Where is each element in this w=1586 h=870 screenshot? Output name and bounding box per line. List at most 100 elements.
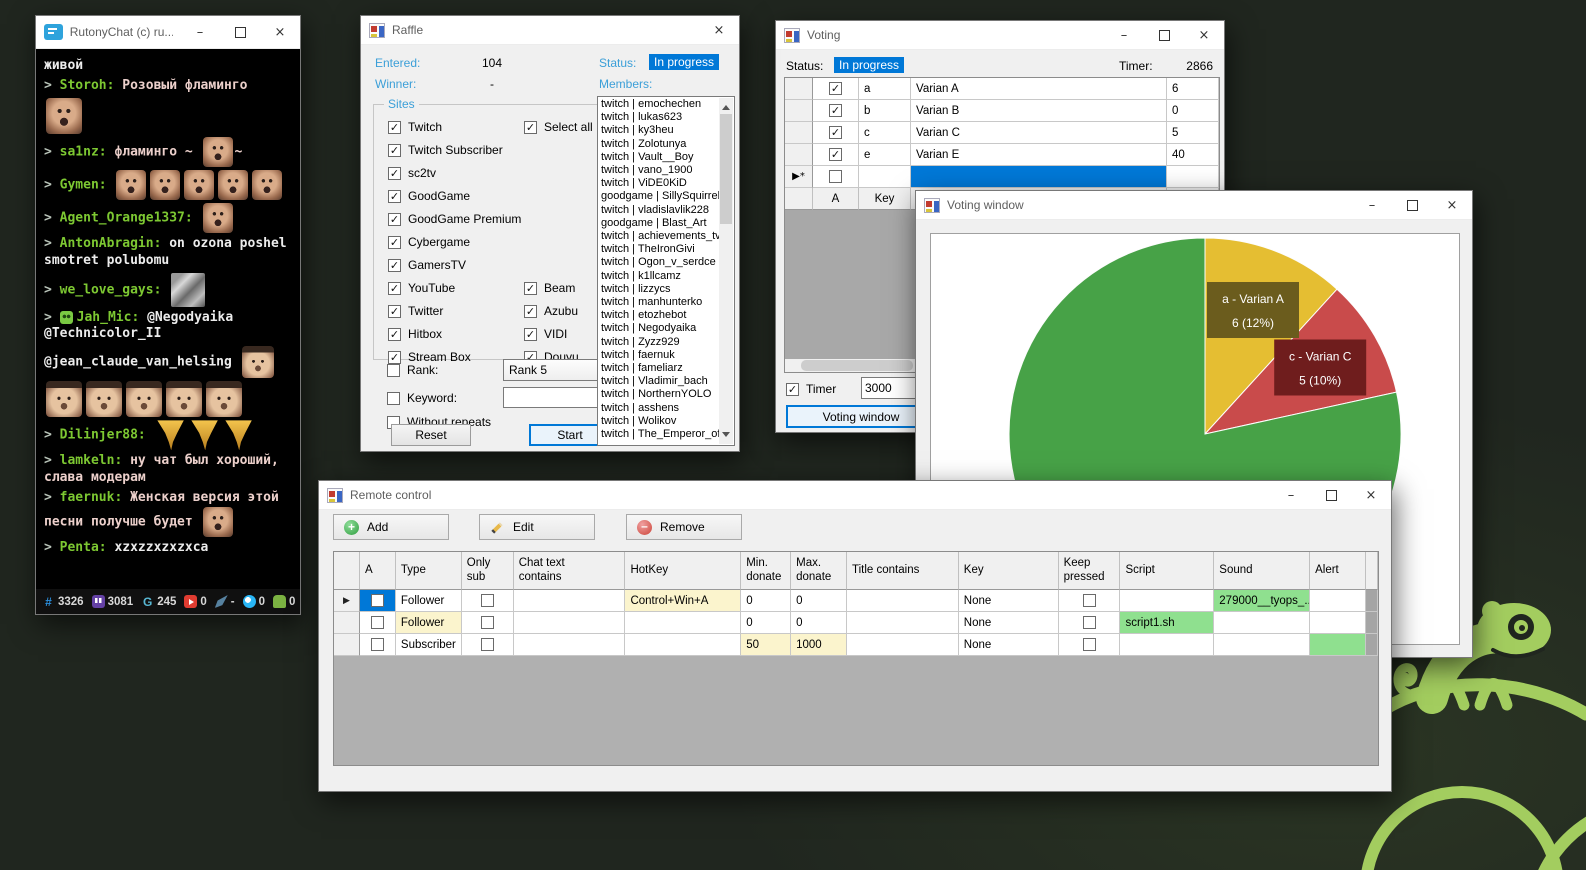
- remote-cell[interactable]: [847, 612, 959, 634]
- member-list-item[interactable]: twitch | emochechen: [601, 98, 732, 111]
- minimize-button[interactable]: –: [1352, 191, 1392, 219]
- voting-column-header[interactable]: [785, 188, 813, 210]
- twitter-checkbox[interactable]: ✓: [388, 305, 401, 318]
- voting-cell-active[interactable]: ✓: [813, 122, 859, 144]
- member-list-item[interactable]: goodgame | Blast_Art: [601, 217, 732, 230]
- voting-cell-key[interactable]: e: [859, 144, 911, 166]
- close-button[interactable]: ×: [260, 16, 300, 48]
- voting-cell-variant[interactable]: Varian B: [911, 100, 1167, 122]
- cell-checkbox[interactable]: [481, 594, 494, 607]
- maximize-button[interactable]: [1311, 481, 1351, 509]
- voting-cell-variant[interactable]: Varian E: [911, 144, 1167, 166]
- remote-cell[interactable]: 0: [791, 590, 847, 612]
- remote-cell[interactable]: 1000: [791, 634, 847, 656]
- remote-cell[interactable]: None: [959, 590, 1059, 612]
- remote-cell[interactable]: Follower: [396, 612, 462, 634]
- voting-cell-active[interactable]: ✓: [813, 144, 859, 166]
- remote-column-header[interactable]: Sound: [1214, 552, 1310, 590]
- remote-column-header[interactable]: Keep pressed: [1059, 552, 1121, 590]
- remote-cell[interactable]: [1059, 612, 1121, 634]
- remote-cell[interactable]: [1310, 634, 1366, 656]
- member-list-item[interactable]: twitch | vladislavlik228: [601, 204, 732, 217]
- remote-cell[interactable]: 50: [741, 634, 791, 656]
- remote-grid-row[interactable]: ▶FollowerControl+Win+A00None279000__tyop…: [334, 590, 1378, 612]
- row-active-checkbox[interactable]: ✓: [829, 148, 842, 161]
- grid-scroll-strip[interactable]: [1366, 612, 1378, 634]
- timer-spinner-input[interactable]: [862, 378, 922, 398]
- remote-column-header[interactable]: Key: [959, 552, 1059, 590]
- remote-cell[interactable]: 279000__tyops_...: [1214, 590, 1310, 612]
- member-list-item[interactable]: twitch | Vault__Boy: [601, 151, 732, 164]
- voting-cell-result[interactable]: 40: [1167, 144, 1219, 166]
- cell-checkbox[interactable]: [371, 616, 384, 629]
- voting-titlebar[interactable]: Voting – ×: [776, 21, 1224, 50]
- beam-checkbox[interactable]: ✓: [524, 282, 537, 295]
- voting-cell-variant[interactable]: Varian A: [911, 78, 1167, 100]
- member-list-item[interactable]: twitch | achievements_tv: [601, 230, 732, 243]
- voting-grid-row[interactable]: ✓cVarian C5: [785, 122, 1219, 144]
- remote-cell[interactable]: 0: [741, 612, 791, 634]
- member-list-item[interactable]: twitch | faernuk: [601, 349, 732, 362]
- row-active-checkbox[interactable]: ✓: [829, 82, 842, 95]
- member-list-item[interactable]: twitch | TheIronGivi: [601, 243, 732, 256]
- cell-checkbox[interactable]: [1083, 616, 1096, 629]
- cell-checkbox[interactable]: [371, 638, 384, 651]
- remote-column-header[interactable]: HotKey: [625, 552, 741, 590]
- voting-cell-result[interactable]: 0: [1167, 100, 1219, 122]
- scrollbar-thumb[interactable]: [720, 114, 732, 224]
- remote-cell[interactable]: [360, 634, 396, 656]
- member-list-item[interactable]: twitch | ky3heu: [601, 124, 732, 137]
- member-list-item[interactable]: twitch | Vladimir_bach: [601, 375, 732, 388]
- cybergame-checkbox[interactable]: ✓: [388, 236, 401, 249]
- close-button[interactable]: ×: [699, 16, 739, 44]
- remote-cell[interactable]: [847, 634, 959, 656]
- voting-grid-row[interactable]: ✓ eVarian E40: [785, 144, 1219, 166]
- remote-cell[interactable]: [1059, 634, 1121, 656]
- chat-titlebar[interactable]: RutonyChat (c) ru... – ×: [36, 16, 300, 49]
- remote-cell[interactable]: [1310, 590, 1366, 612]
- member-list-item[interactable]: twitch | k1llcamz: [601, 270, 732, 283]
- remote-grid-row[interactable]: Subscriber501000None: [334, 634, 1378, 656]
- remote-cell[interactable]: [462, 590, 514, 612]
- scroll-down-icon[interactable]: [719, 429, 733, 444]
- grid-scroll-strip[interactable]: [1366, 634, 1378, 656]
- member-list-item[interactable]: twitch | vano_1900: [601, 164, 732, 177]
- remote-column-header[interactable]: Script: [1120, 552, 1214, 590]
- voting-grid-row[interactable]: ▶*: [785, 166, 1219, 188]
- remote-cell[interactable]: [1214, 612, 1310, 634]
- pie-titlebar[interactable]: Voting window – ×: [916, 191, 1472, 220]
- remote-column-header[interactable]: Only sub: [462, 552, 514, 590]
- remote-cell[interactable]: [462, 612, 514, 634]
- member-list-item[interactable]: twitch | lukas623: [601, 111, 732, 124]
- remote-cell[interactable]: Subscriber: [396, 634, 462, 656]
- twitch-subscriber-checkbox[interactable]: ✓: [388, 144, 401, 157]
- voting-cell-variant[interactable]: Varian C: [911, 122, 1167, 144]
- member-list-item[interactable]: goodgame | SillySquirrel: [601, 190, 732, 203]
- scroll-up-icon[interactable]: [719, 98, 733, 113]
- minimize-button[interactable]: –: [180, 16, 220, 48]
- remote-cell[interactable]: [1059, 590, 1121, 612]
- remote-column-header[interactable]: [334, 552, 360, 590]
- voting-cell-active[interactable]: [813, 166, 859, 188]
- voting-column-header[interactable]: A: [813, 188, 859, 210]
- youtube-checkbox[interactable]: ✓: [388, 282, 401, 295]
- maximize-button[interactable]: [1144, 21, 1184, 49]
- voting-cell-active[interactable]: ✓: [813, 78, 859, 100]
- voting-grid-row[interactable]: ✓aVarian A6: [785, 78, 1219, 100]
- close-button[interactable]: ×: [1184, 21, 1224, 49]
- cell-checkbox[interactable]: [371, 594, 384, 607]
- close-button[interactable]: ×: [1351, 481, 1391, 509]
- remote-cell[interactable]: [1120, 590, 1214, 612]
- remote-cell[interactable]: Follower: [396, 590, 462, 612]
- azubu-checkbox[interactable]: ✓: [524, 305, 537, 318]
- remote-cell[interactable]: 0: [791, 612, 847, 634]
- hitbox-checkbox[interactable]: ✓: [388, 328, 401, 341]
- add-button[interactable]: + Add: [333, 514, 449, 540]
- remote-column-header[interactable]: Title contains: [847, 552, 959, 590]
- goodgame-checkbox[interactable]: ✓: [388, 190, 401, 203]
- remote-cell[interactable]: [514, 612, 626, 634]
- remote-cell[interactable]: [360, 612, 396, 634]
- member-list-item[interactable]: twitch | Negodyaika: [601, 322, 732, 335]
- member-list-item[interactable]: twitch | ViDE0KiD: [601, 177, 732, 190]
- remote-cell[interactable]: [1214, 634, 1310, 656]
